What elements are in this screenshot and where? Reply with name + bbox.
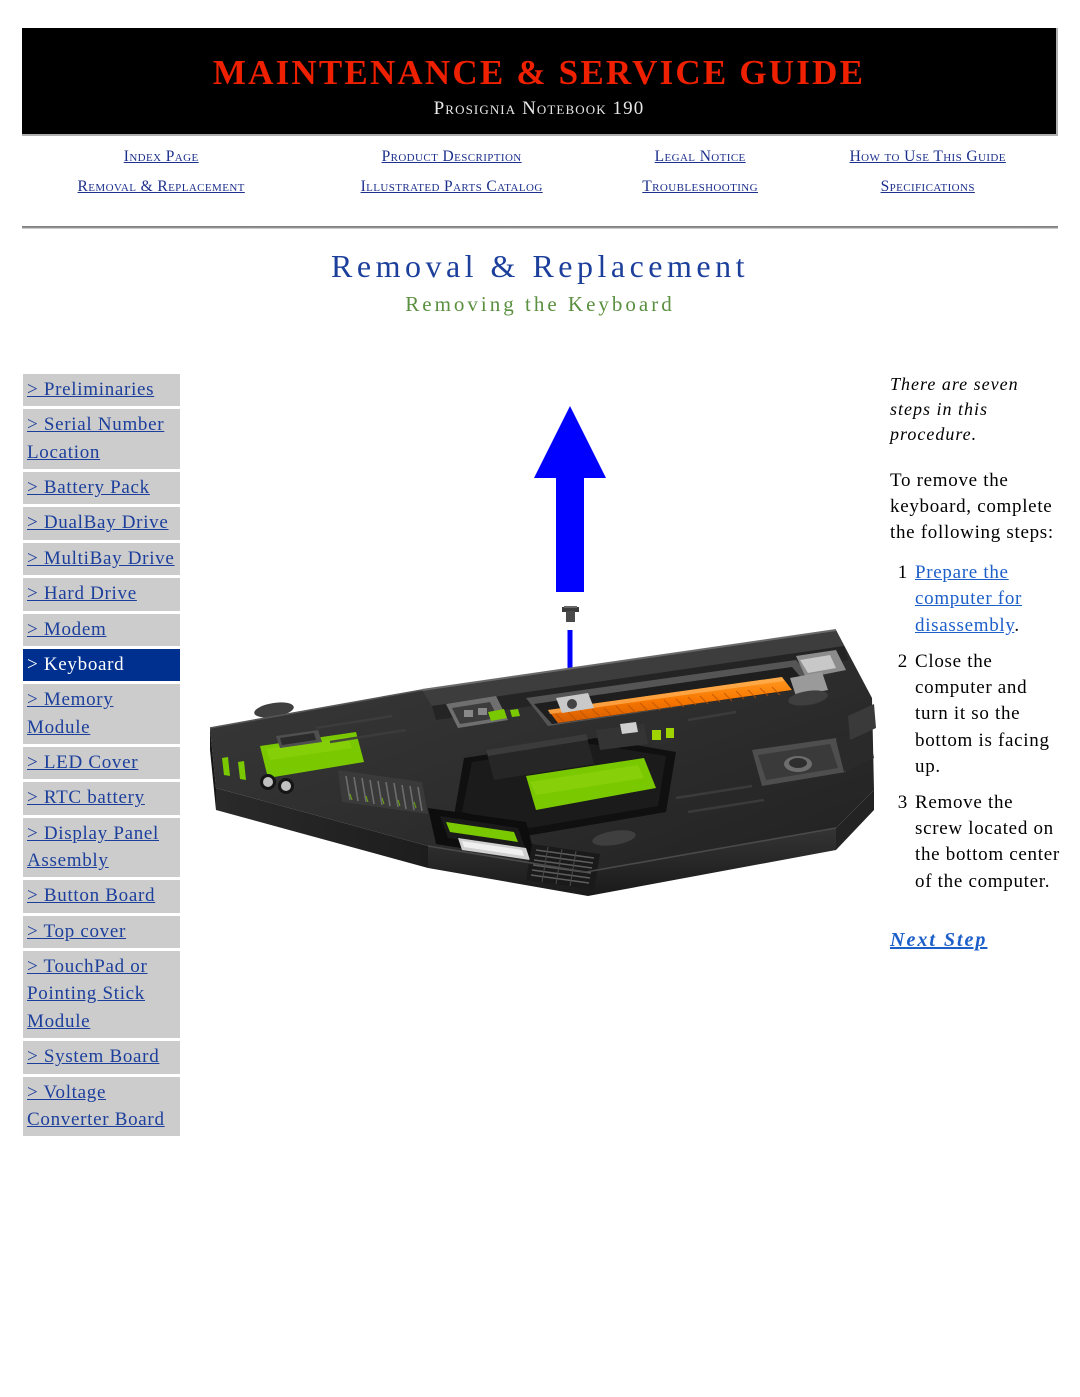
procedure-lead-in: To remove the keyboard, complete the fol… xyxy=(890,469,1054,543)
nav-link-product-description[interactable]: Product Description xyxy=(382,148,522,165)
sidebar-item-label: > Hard Drive xyxy=(27,583,137,605)
sidebar-item-label: > Top cover xyxy=(27,920,127,942)
notebook-bottom-screw-removal-diagram xyxy=(196,398,886,908)
nav-link-removal-replacement[interactable]: Removal & Replacement xyxy=(78,178,245,195)
step-link-prepare-computer[interactable]: Prepare the computer for disassembly xyxy=(915,562,1022,635)
sidebar-item-label: > DualBay Drive xyxy=(27,512,169,534)
nav-link-index-page[interactable]: Index Page xyxy=(124,148,199,165)
instructions-panel: There are seven steps in this procedure.… xyxy=(890,372,1062,954)
page-subtitle: Removing the Keyboard xyxy=(405,292,675,316)
sidebar-item-top-cover[interactable]: > Top cover xyxy=(23,915,180,952)
screw-icon xyxy=(562,606,579,622)
sidebar-item-rtc-battery[interactable]: > RTC battery xyxy=(23,782,180,818)
sidebar-item-display-panel-assembly[interactable]: > Display Panel Assembly xyxy=(23,817,180,881)
sidebar-item-touchpad-or-pointing-stick-module[interactable]: > TouchPad or Pointing Stick Module xyxy=(23,951,180,1042)
sidebar-item-label: > System Board xyxy=(27,1046,160,1068)
sidebar-item-preliminaries[interactable]: > Preliminaries xyxy=(23,374,180,410)
procedure-note: There are seven steps in this procedure. xyxy=(890,374,1019,445)
sidebar-item-label: > MultiBay Drive xyxy=(27,547,175,569)
nav-row-2: Removal & Replacement Illustrated Parts … xyxy=(22,172,1058,202)
step-item-1: 1 Prepare the computer for disassembly. xyxy=(890,560,1062,639)
nav-link-specifications[interactable]: Specifications xyxy=(881,178,975,195)
page-title: Removal & Replacement xyxy=(331,248,749,284)
sidebar-item-label: > Keyboard xyxy=(27,653,125,675)
step-text: Remove the screw located on the bottom c… xyxy=(915,791,1060,892)
sidebar-item-button-board[interactable]: > Button Board xyxy=(23,880,180,916)
sidebar-item-label: > Button Board xyxy=(27,885,156,907)
sidebar-item-hard-drive[interactable]: > Hard Drive xyxy=(23,578,180,614)
sidebar-item-serial-number-location[interactable]: > Serial Number Location xyxy=(23,409,180,473)
procedure-sidebar: > Preliminaries > Serial Number Location >… xyxy=(23,374,180,1140)
sidebar-item-dualbay-drive[interactable]: > DualBay Drive xyxy=(23,507,180,543)
step-number: 1 xyxy=(897,562,908,584)
sidebar-item-voltage-converter-board[interactable]: > Voltage Converter Board xyxy=(23,1076,180,1140)
step-number: 2 xyxy=(897,650,908,672)
guide-title: MAINTENANCE & SERVICE GUIDE xyxy=(212,53,866,92)
sidebar-item-multibay-drive[interactable]: > MultiBay Drive xyxy=(23,542,180,579)
step-item-2: 2 Close the computer and turn it so the … xyxy=(890,649,1062,780)
sidebar-item-keyboard[interactable]: > Keyboard xyxy=(23,648,180,685)
guide-subtitle: Prosignia Notebook 190 xyxy=(433,97,645,119)
sidebar-item-label: > RTC battery xyxy=(27,787,145,809)
sidebar-item-label: > TouchPad or Pointing Stick Module xyxy=(27,956,148,1032)
nav-link-troubleshooting[interactable]: Troubleshooting xyxy=(642,178,758,195)
sidebar-item-memory-module[interactable]: > Memory Module xyxy=(23,684,180,747)
step-item-3: 3 Remove the screw located on the bottom… xyxy=(890,790,1062,895)
sidebar-item-system-board[interactable]: > System Board xyxy=(23,1041,180,1077)
notebook-chassis xyxy=(209,629,876,896)
sidebar-item-modem[interactable]: > Modem xyxy=(23,613,180,649)
direction-arrow-icon xyxy=(534,406,606,592)
nav-link-illustrated-parts-catalog[interactable]: Illustrated Parts Catalog xyxy=(361,178,543,195)
sidebar-item-label: > LED Cover xyxy=(27,751,139,773)
sidebar-item-label: > Modem xyxy=(27,618,107,640)
sidebar-item-label: > Preliminaries xyxy=(27,379,155,400)
sidebar-item-label: > Display Panel Assembly xyxy=(27,822,160,872)
next-step-link[interactable]: Next Step xyxy=(890,927,987,955)
sidebar-item-battery-pack[interactable]: > Battery Pack xyxy=(23,472,180,508)
header-banner: MAINTENANCE & SERVICE GUIDE Prosignia No… xyxy=(22,28,1058,136)
step-text: Prepare the computer for disassembly. xyxy=(915,560,1062,639)
sidebar-item-label: > Voltage Converter Board xyxy=(27,1081,165,1130)
sidebar-item-label: > Memory Module xyxy=(27,689,114,738)
step-number: 3 xyxy=(897,791,908,813)
primary-navigation: Index Page Product Description Legal Not… xyxy=(22,142,1058,202)
nav-row-1: Index Page Product Description Legal Not… xyxy=(22,142,1058,172)
step-trailing-punctuation: . xyxy=(1014,614,1020,636)
sidebar-item-led-cover[interactable]: > LED Cover xyxy=(23,746,180,783)
nav-link-legal-notice[interactable]: Legal Notice xyxy=(655,148,746,165)
nav-link-how-to-use-this-guide[interactable]: How to Use This Guide xyxy=(850,148,1006,165)
sidebar-item-label: > Serial Number Location xyxy=(27,414,165,463)
sidebar-item-label: > Battery Pack xyxy=(27,477,150,499)
header-divider xyxy=(22,226,1058,229)
step-text: Close the computer and turn it so the bo… xyxy=(915,650,1050,777)
